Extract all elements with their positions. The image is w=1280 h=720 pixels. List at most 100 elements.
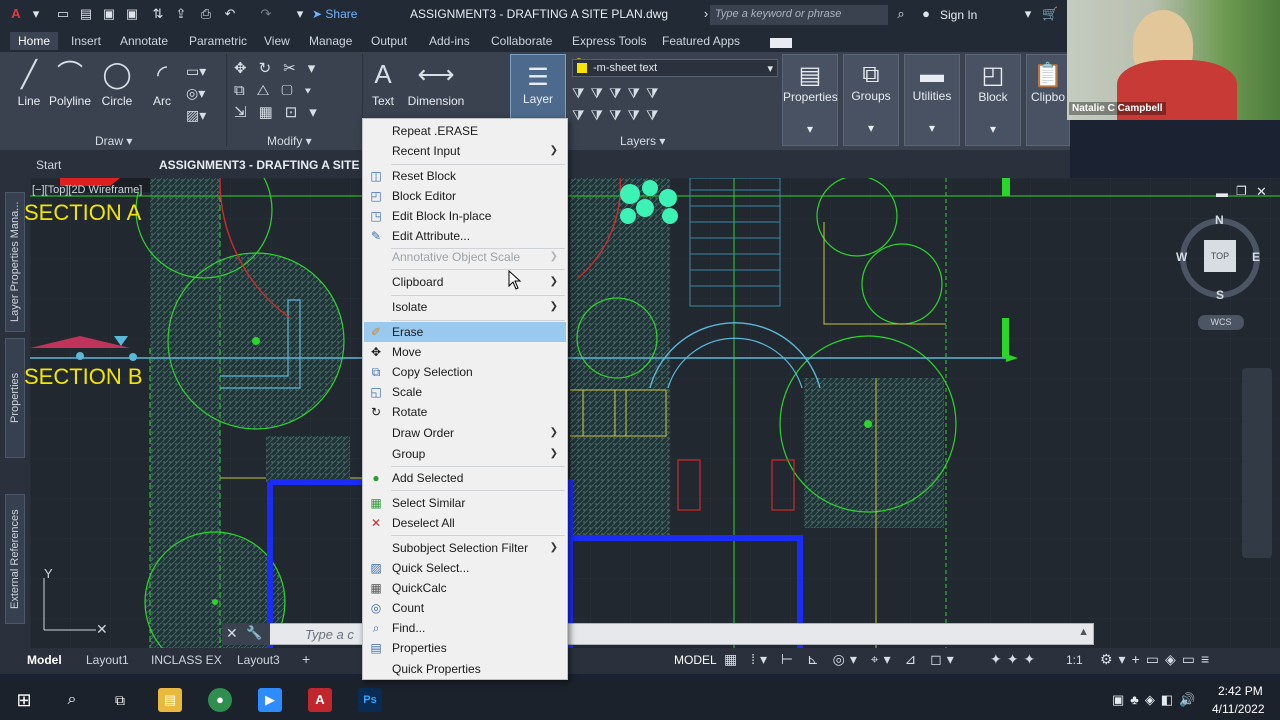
annotation-toggles[interactable]: ✦✦✦ xyxy=(990,651,1040,668)
draw-small-tools[interactable]: ▭▾ ◎▾ ▨▾ xyxy=(186,60,206,126)
tab-parametric[interactable]: Parametric xyxy=(189,34,247,48)
block-panel-button[interactable]: ◰ Block ▾ xyxy=(965,54,1021,146)
menu-item-add-selected[interactable]: ● Add Selected xyxy=(364,468,566,488)
autocad-taskbar-icon[interactable]: A xyxy=(308,688,332,712)
add-layout-icon[interactable]: + xyxy=(302,651,310,667)
new-file-icon[interactable]: ▭ xyxy=(55,6,71,22)
web-mobile-icon[interactable]: ⇅ xyxy=(150,6,166,22)
command-input[interactable]: Type a c xyxy=(305,627,354,642)
menu-item-quickcalc[interactable]: ▦ QuickCalc xyxy=(364,578,566,598)
save-web-icon[interactable]: ⇪ xyxy=(173,6,189,22)
menu-item-edit-block-in-place[interactable]: ◳ Edit Block In-place xyxy=(364,206,566,226)
tab-start[interactable]: Start xyxy=(36,158,61,172)
menu-item-recent-input[interactable]: Recent Input ❯ xyxy=(364,141,566,161)
menu-item-move[interactable]: ✥ Move xyxy=(364,342,566,362)
menu-item-find[interactable]: ⌕ Find... xyxy=(364,618,566,638)
search-input[interactable]: Type a keyword or phrase xyxy=(710,5,888,25)
menu-item-repeat-erase[interactable]: Repeat .ERASE xyxy=(364,121,566,141)
menu-item-scale[interactable]: ◱ Scale xyxy=(364,382,566,402)
menu-item-clipboard[interactable]: Clipboard ❯ xyxy=(364,272,566,292)
external-references-palette-tab[interactable]: External References xyxy=(5,494,25,624)
command-line[interactable]: Type a c ▲ xyxy=(222,623,1094,645)
plot-icon[interactable]: ⎙ xyxy=(198,6,214,22)
redo-icon[interactable]: ↷ xyxy=(258,6,274,22)
line-tool[interactable]: ╱ Line xyxy=(10,58,48,108)
tab-view[interactable]: View xyxy=(264,34,290,48)
tab-inclass-ex[interactable]: INCLASS EX xyxy=(151,653,222,667)
viewport-restore-icon[interactable]: ❐ xyxy=(1236,184,1247,198)
circle-tool[interactable]: ◯ Circle xyxy=(96,58,138,108)
command-history-arrow-icon[interactable]: ▲ xyxy=(1078,626,1089,638)
menu-item-group[interactable]: Group ❯ xyxy=(364,444,566,464)
status-settings-icons[interactable]: ⚙▾+▭◈▭≡ xyxy=(1100,651,1215,668)
viewcube-north-label[interactable]: N xyxy=(1215,213,1224,227)
panel-layers-label[interactable]: Layers ▾ xyxy=(620,134,665,148)
properties-palette-tab[interactable]: Properties xyxy=(5,338,25,458)
tab-home[interactable]: Home xyxy=(10,32,59,50)
windows-start-icon[interactable]: ⊞ xyxy=(12,688,36,712)
text-tool[interactable]: A Text xyxy=(366,58,400,108)
tab-output[interactable]: Output xyxy=(371,34,407,48)
tab-model[interactable]: Model xyxy=(27,653,62,667)
tab-addins[interactable]: Add-ins xyxy=(429,34,470,48)
tab-manage[interactable]: Manage xyxy=(309,34,352,48)
menu-item-erase[interactable]: ✐ Erase xyxy=(364,322,566,342)
menu-item-annotative-object-scale[interactable]: Annotative Object Scale ❯ xyxy=(364,247,566,267)
task-view-icon[interactable]: ⧉ xyxy=(108,688,132,712)
cart-icon[interactable]: 🛒 xyxy=(1042,6,1058,22)
tab-express-tools[interactable]: Express Tools xyxy=(572,34,646,48)
model-space-toggle[interactable]: MODEL xyxy=(674,653,717,667)
tab-collaborate[interactable]: Collaborate xyxy=(491,34,552,48)
modify-tools[interactable]: ✥↻✂▾ ⧉△▢▾ ⇲▦⊡▾ xyxy=(234,58,329,124)
layer-dropdown[interactable]: -m-sheet text ▾ xyxy=(572,59,778,77)
qa-customize-icon[interactable]: ▾ xyxy=(292,6,308,22)
tab-annotate[interactable]: Annotate xyxy=(120,34,168,48)
sign-in-button[interactable]: Sign In xyxy=(940,8,977,22)
menu-item-quick-properties[interactable]: Quick Properties xyxy=(364,659,566,679)
viewcube-top-face[interactable]: TOP xyxy=(1204,240,1236,272)
menu-item-draw-order[interactable]: Draw Order ❯ xyxy=(364,423,566,443)
save-as-icon[interactable]: ▣ xyxy=(124,6,140,22)
clock-date[interactable]: 4/11/2022 xyxy=(1212,702,1265,716)
status-drafting-toggles[interactable]: ▦ ⁞▾ ⊢ ⊾ ◎▾ ⌖▾ ⊿ ◻▾ xyxy=(724,651,959,668)
search-icon[interactable]: ⌕ xyxy=(60,688,84,712)
menu-item-copy-selection[interactable]: ⧉ Copy Selection xyxy=(364,362,566,382)
tab-insert[interactable]: Insert xyxy=(71,34,101,48)
drawing-canvas[interactable]: Y ✕ [−][Top][2D Wireframe] SECTION A SEC… xyxy=(24,141,1280,673)
undo-icon[interactable]: ↶ xyxy=(222,6,238,22)
customize-wrench-icon[interactable]: 🔧 xyxy=(246,625,262,641)
viewcube-east-label[interactable]: E xyxy=(1252,250,1260,264)
chrome-icon[interactable]: ● xyxy=(208,688,232,712)
signin-arrow-icon[interactable]: ▾ xyxy=(1020,6,1036,22)
share-button[interactable]: ➤ Share xyxy=(312,7,357,21)
polyline-tool[interactable]: ⌒ Polyline xyxy=(48,58,92,108)
autocad-logo-icon[interactable]: A xyxy=(8,6,24,22)
clipboard-panel-button[interactable]: 📋 Clipbo xyxy=(1026,54,1070,146)
menu-item-subobject-selection-filter[interactable]: Subobject Selection Filter ❯ xyxy=(364,538,566,558)
tab-layout1[interactable]: Layout1 xyxy=(86,653,129,667)
menu-item-properties[interactable]: ▤ Properties xyxy=(364,638,566,658)
navigation-bar[interactable] xyxy=(1242,368,1272,558)
properties-panel-button[interactable]: ▤ Properties ▾ xyxy=(782,54,838,146)
menu-item-isolate[interactable]: Isolate ❯ xyxy=(364,297,566,317)
app-menu-arrow-icon[interactable]: ▾ xyxy=(28,6,44,22)
tab-active-drawing[interactable]: ASSIGNMENT3 - DRAFTING A SITE P xyxy=(159,158,371,172)
zoom-icon[interactable]: ▶ xyxy=(258,688,282,712)
groups-panel-button[interactable]: ⧉ Groups ▾ xyxy=(843,54,899,146)
panel-modify-label[interactable]: Modify ▾ xyxy=(267,134,312,148)
search-icon[interactable]: ⌕ xyxy=(893,6,909,22)
viewport-controls-label[interactable]: [−][Top][2D Wireframe] xyxy=(32,184,142,196)
viewcube-south-label[interactable]: S xyxy=(1216,288,1224,302)
annotation-scale[interactable]: 1:1 xyxy=(1066,653,1083,667)
ribbon-minimize-icon[interactable] xyxy=(770,38,792,48)
tab-layout3[interactable]: Layout3 xyxy=(237,653,280,667)
dimension-tool[interactable]: ⟷ Dimension xyxy=(406,58,466,108)
file-explorer-icon[interactable]: ▤ xyxy=(158,688,182,712)
menu-item-rotate[interactable]: ↻ Rotate xyxy=(364,402,566,422)
viewport-close-icon[interactable]: ✕ xyxy=(1256,184,1267,200)
photoshop-icon[interactable]: Ps xyxy=(358,688,382,712)
viewport-minimize-icon[interactable]: ▬ xyxy=(1216,186,1228,200)
arc-tool[interactable]: ◜ Arc xyxy=(142,58,182,108)
menu-item-block-editor[interactable]: ◰ Block Editor xyxy=(364,186,566,206)
menu-item-deselect-all[interactable]: ✕ Deselect All xyxy=(364,513,566,533)
